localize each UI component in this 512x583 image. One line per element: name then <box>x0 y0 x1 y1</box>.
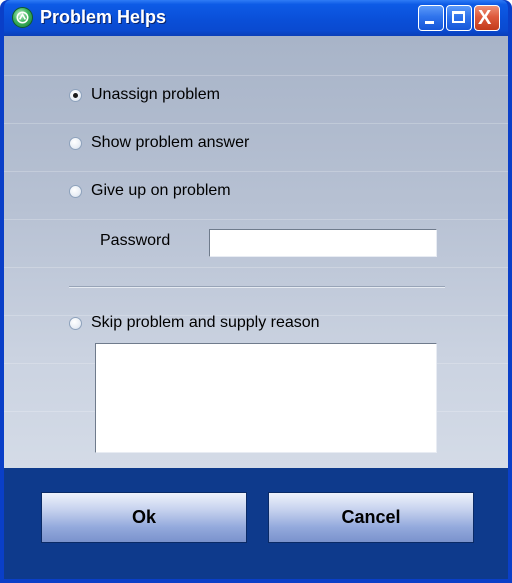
close-button[interactable]: X <box>474 5 500 31</box>
close-icon: X <box>478 7 492 29</box>
dialog-body: Unassign problem Show problem answer Giv… <box>4 36 508 468</box>
radio-label: Skip problem and supply reason <box>91 314 320 331</box>
password-label: Password <box>100 232 171 249</box>
ok-button[interactable]: Ok <box>41 492 247 543</box>
dialog-window: Problem Helps X Unassign problem Show pr… <box>0 0 512 583</box>
button-footer: Ok Cancel <box>4 468 508 579</box>
radio-button[interactable] <box>69 316 82 330</box>
app-logo-icon <box>12 7 33 28</box>
radio-label: Give up on problem <box>91 182 231 199</box>
maximize-button[interactable] <box>446 5 472 31</box>
radio-label: Unassign problem <box>91 86 220 103</box>
radio-label: Show problem answer <box>91 134 250 151</box>
minimize-button[interactable] <box>418 5 444 31</box>
radio-skip-problem[interactable]: Skip problem and supply reason <box>69 312 320 334</box>
title-bar[interactable]: Problem Helps X <box>4 0 508 36</box>
radio-button[interactable] <box>69 136 82 150</box>
radio-unassign-problem[interactable]: Unassign problem <box>69 84 220 106</box>
background-band <box>4 171 508 172</box>
password-input[interactable] <box>209 229 437 257</box>
radio-give-up-on-problem[interactable]: Give up on problem <box>69 180 231 202</box>
minimize-icon <box>425 21 434 24</box>
background-band <box>4 267 508 268</box>
window-title: Problem Helps <box>40 7 167 27</box>
radio-button-checked[interactable] <box>69 88 82 102</box>
divider <box>69 286 445 288</box>
reason-textarea[interactable] <box>95 343 437 453</box>
radio-button[interactable] <box>69 184 82 198</box>
background-band <box>4 219 508 220</box>
cancel-button[interactable]: Cancel <box>268 492 474 543</box>
maximize-icon <box>452 11 465 23</box>
background-band <box>4 123 508 124</box>
radio-show-problem-answer[interactable]: Show problem answer <box>69 132 249 154</box>
background-band <box>4 75 508 76</box>
